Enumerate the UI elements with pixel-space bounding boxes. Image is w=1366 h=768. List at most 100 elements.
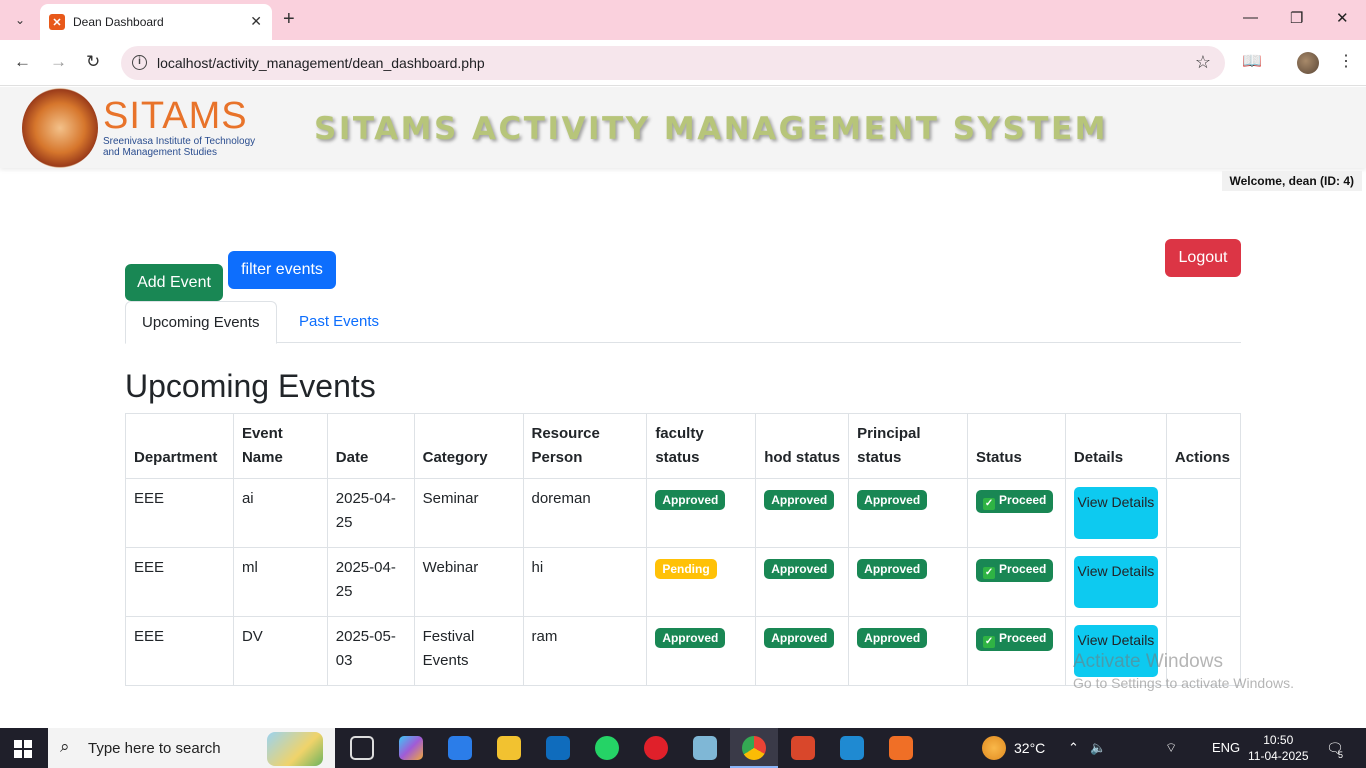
hod-status-cell: Approved: [755, 478, 850, 548]
menu-icon[interactable]: ⋮: [1338, 51, 1354, 71]
browser-tab[interactable]: ✕ Dean Dashboard ✕: [40, 4, 272, 40]
event-tabs: Upcoming Events Past Events: [125, 301, 1241, 344]
column-header: Status: [967, 413, 1066, 479]
check-icon: ✓: [983, 636, 996, 648]
xampp-icon[interactable]: [889, 736, 913, 760]
search-highlight-icon: [267, 732, 323, 766]
status-badge: Approved: [655, 628, 726, 648]
weather-icon[interactable]: [982, 736, 1006, 760]
weather-temperature: 32°C: [1014, 740, 1046, 756]
opera-icon[interactable]: [644, 736, 668, 760]
language-indicator[interactable]: ENG: [1212, 740, 1240, 755]
back-icon[interactable]: ←: [14, 52, 31, 72]
column-header: Date: [326, 413, 415, 479]
restore-icon[interactable]: ❐: [1290, 9, 1303, 27]
wifi-icon[interactable]: ⌔: [1165, 740, 1177, 756]
brand-subtitle-line2: and Management Studies: [103, 147, 217, 158]
chrome-icon[interactable]: [742, 736, 766, 760]
column-header: Category: [413, 413, 524, 479]
table-row: EEE ml 2025-04-25 Webinar hi Pending App…: [125, 547, 1242, 617]
whatsapp-icon[interactable]: [595, 736, 619, 760]
column-header: Event Name: [232, 413, 328, 479]
browser-tab-bar: ⌄ ✕ Dean Dashboard ✕ + — ❐ ✕: [0, 0, 1366, 40]
actions-cell: [1165, 478, 1242, 548]
institution-seal-logo: [22, 88, 98, 168]
reload-icon[interactable]: ↻: [86, 52, 100, 72]
taskbar-search-input[interactable]: ⌕ Type here to search: [48, 728, 335, 768]
logout-button[interactable]: Logout: [1165, 239, 1241, 277]
check-icon: ✓: [983, 498, 996, 510]
table-row: EEE ai 2025-04-25 Seminar doreman Approv…: [125, 478, 1242, 548]
view-details-button[interactable]: View Details: [1073, 487, 1158, 539]
brand-name: SITAMS: [103, 95, 248, 137]
page-title: Upcoming Events: [125, 368, 376, 404]
tab-search-icon[interactable]: ⌄: [8, 8, 32, 32]
status-badge: Approved: [857, 490, 928, 510]
principal-status-cell: Approved: [848, 547, 969, 617]
department-cell: EEE: [125, 478, 234, 548]
minimize-icon[interactable]: —: [1243, 9, 1258, 26]
hod-status-cell: Approved: [755, 547, 850, 617]
column-header: faculty status: [646, 413, 757, 479]
event-name-cell: ai: [232, 478, 328, 548]
task-view-icon[interactable]: [350, 736, 374, 760]
tab-upcoming-events[interactable]: Upcoming Events: [125, 301, 277, 344]
event-name-cell: ml: [232, 547, 328, 617]
tab-past-events[interactable]: Past Events: [283, 301, 395, 343]
show-hidden-icons-icon[interactable]: ⌃: [1068, 740, 1079, 756]
search-placeholder: Type here to search: [88, 740, 221, 757]
notification-count: 5: [1338, 750, 1344, 760]
column-header: Details: [1064, 413, 1167, 479]
status-badge: Approved: [764, 628, 835, 648]
file-explorer-icon[interactable]: [497, 736, 521, 760]
address-bar-row: ← → ↻ i localhost/activity_management/de…: [0, 40, 1366, 86]
notepad-icon[interactable]: [693, 736, 717, 760]
date-cell: 2025-05-03: [326, 616, 415, 686]
view-details-button[interactable]: View Details: [1073, 556, 1158, 608]
status-badge: Pending: [655, 559, 717, 579]
taskbar: ⌕ Type here to search 32°C ⌃ 🔈 ⌔ ENG 10:…: [0, 728, 1366, 768]
proceed-label: Proceed: [999, 562, 1047, 576]
watermark-line2: Go to Settings to activate Windows.: [1073, 675, 1294, 691]
department-cell: EEE: [125, 616, 234, 686]
column-header: Principal status: [848, 413, 969, 479]
resource-person-cell: doreman: [522, 478, 648, 548]
profile-avatar[interactable]: [1297, 52, 1319, 74]
activate-windows-watermark: Activate Windows Go to Settings to activ…: [1073, 651, 1294, 691]
brand-subtitle: Sreenivasa Institute of Technology and M…: [103, 136, 255, 158]
new-tab-icon[interactable]: +: [283, 8, 295, 30]
system-title: SITAMS ACTIVITY MANAGEMENT SYSTEM: [314, 111, 1108, 147]
close-window-icon[interactable]: ✕: [1336, 9, 1349, 27]
add-event-button[interactable]: Add Event: [125, 264, 223, 301]
windows-start-icon[interactable]: [14, 740, 32, 758]
outlook-icon[interactable]: [546, 736, 570, 760]
check-icon: ✓: [983, 567, 996, 579]
details-cell: View Details: [1064, 478, 1167, 548]
status-badge: Approved: [857, 628, 928, 648]
principal-status-cell: Approved: [848, 478, 969, 548]
faculty-status-cell: Pending: [646, 547, 757, 617]
proceed-badge: ✓ Proceed: [976, 559, 1054, 582]
url-input[interactable]: i localhost/activity_management/dean_das…: [121, 46, 1225, 80]
forward-icon[interactable]: →: [50, 52, 67, 72]
bookmark-star-icon[interactable]: ☆: [1195, 52, 1211, 73]
speaker-icon[interactable]: 🔈: [1090, 740, 1106, 756]
copilot-icon[interactable]: [399, 736, 423, 760]
vscode-icon[interactable]: [840, 736, 864, 760]
site-info-icon[interactable]: i: [132, 55, 147, 70]
department-cell: EEE: [125, 547, 234, 617]
status-badge: Approved: [857, 559, 928, 579]
details-cell: View Details: [1064, 547, 1167, 617]
system-clock[interactable]: 10:50 11-04-2025: [1248, 732, 1309, 764]
close-tab-icon[interactable]: ✕: [250, 13, 262, 30]
filter-events-button[interactable]: filter events: [228, 251, 336, 289]
status-badge: Approved: [764, 559, 835, 579]
resource-person-cell: ram: [522, 616, 648, 686]
store-icon[interactable]: [448, 736, 472, 760]
actions-cell: [1165, 547, 1242, 617]
reading-list-icon[interactable]: 📖: [1242, 51, 1262, 71]
powerpoint-icon[interactable]: [791, 736, 815, 760]
event-name-cell: DV: [232, 616, 328, 686]
category-cell: Festival Events: [413, 616, 524, 686]
column-header: hod status: [755, 413, 850, 479]
